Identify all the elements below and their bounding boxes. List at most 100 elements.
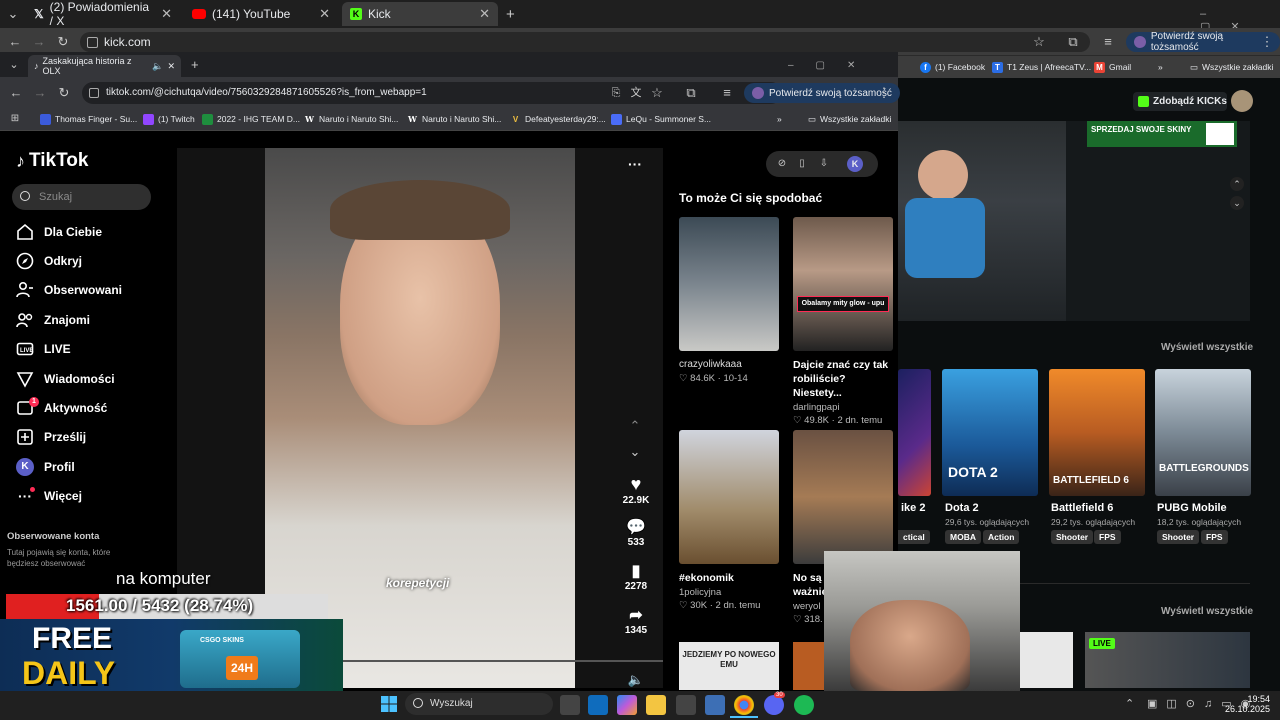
bookmark-gmail[interactable]: M Gmail — [1094, 60, 1131, 74]
nav-live[interactable]: LIVE LIVE — [16, 338, 71, 360]
inner-address-bar[interactable]: tiktok.com/@cichutqa/video/7560329284871… — [82, 82, 782, 104]
copilot-icon[interactable] — [617, 695, 637, 715]
bookmark-afreeca[interactable]: T T1 Zeus | AfreecaTV... — [992, 60, 1091, 74]
game-title[interactable]: Battlefield 6 — [1051, 502, 1113, 514]
nav-for-you[interactable]: Dla Ciebie — [16, 221, 102, 243]
close-icon[interactable]: ✕ — [319, 6, 330, 22]
bookmark-item[interactable]: LeQu - Summoner S... — [611, 112, 711, 126]
media-icon[interactable]: ≡ — [1101, 35, 1115, 49]
bookmark-facebook[interactable]: f (1) Facebook — [920, 60, 985, 74]
tray-overflow-icon[interactable]: ⌃ — [1125, 697, 1134, 710]
more-options-icon[interactable]: ··· — [628, 156, 642, 172]
tag[interactable]: Shooter — [1051, 530, 1094, 544]
back-icon[interactable]: ← — [9, 86, 23, 100]
outer-tab-kick[interactable]: K Kick ✕ — [342, 2, 498, 26]
close-icon[interactable]: ✕ — [161, 6, 172, 22]
nav-explore[interactable]: Odkryj — [16, 250, 82, 272]
back-icon[interactable]: ← — [8, 35, 22, 49]
stream-thumb[interactable] — [1020, 632, 1073, 688]
game-card-dota2[interactable]: DOTA 2 — [942, 369, 1038, 496]
task-view-icon[interactable] — [560, 695, 580, 715]
game-title[interactable]: PUBG Mobile — [1157, 502, 1227, 514]
rec-item-1[interactable]: crazyoliwkaaa ♡ 84.6K · 10-14 — [679, 359, 748, 384]
window-controls[interactable]: –▢✕ — [788, 60, 877, 71]
all-bookmarks[interactable]: ▭ Wszystkie zakładki — [1190, 60, 1273, 74]
chrome-icon[interactable] — [734, 695, 754, 715]
game-card-battlefield6[interactable]: BATTLEFIELD 6 — [1049, 369, 1145, 496]
chevron-down-icon[interactable]: ⌄ — [1230, 196, 1244, 210]
star-icon[interactable]: ☆ — [1032, 35, 1046, 49]
phone-icon[interactable]: ▯ — [795, 157, 809, 171]
game-title[interactable]: Dota 2 — [945, 502, 979, 514]
tag[interactable]: MOBA — [945, 530, 981, 544]
reload-icon[interactable]: ↻ — [57, 86, 71, 100]
chevron-down-icon[interactable]: ⌄ — [628, 445, 642, 459]
outlook-icon[interactable] — [588, 695, 608, 715]
nav-friends[interactable]: Znajomi — [16, 309, 90, 331]
media-icon[interactable]: ≡ — [720, 86, 734, 100]
forward-icon[interactable]: → — [33, 86, 47, 100]
tag[interactable]: FPS — [1201, 530, 1228, 544]
view-all-link[interactable]: Wyświetl wszystkie — [1161, 606, 1253, 617]
new-tab-icon[interactable]: + — [191, 57, 199, 72]
avatar[interactable] — [1231, 90, 1253, 112]
file-explorer-icon[interactable] — [646, 695, 666, 715]
outer-tab-x[interactable]: 𝕏 (2) Powiadomienia / X ✕ — [26, 0, 180, 28]
outer-tab-youtube[interactable]: (141) YouTube ✕ — [184, 2, 338, 26]
bookmarks-overflow-icon[interactable]: » — [777, 112, 782, 126]
store-icon[interactable] — [676, 695, 696, 715]
search-input[interactable]: Szukaj — [12, 184, 151, 210]
translate-icon[interactable]: 文 — [629, 86, 643, 100]
view-all-link[interactable]: Wyświetl wszystkie — [1161, 342, 1253, 353]
all-bookmarks[interactable]: ▭ Wszystkie zakładki — [808, 112, 891, 126]
extensions-icon[interactable]: ⧉ — [1066, 35, 1080, 49]
tab-search-icon[interactable]: ⌄ — [7, 58, 21, 72]
rec-thumb[interactable] — [793, 430, 893, 564]
menu-icon[interactable]: ⋮ — [877, 86, 891, 100]
rec-thumb[interactable] — [679, 217, 779, 351]
bookmark-item[interactable]: Thomas Finger - Su... — [40, 112, 137, 126]
close-icon[interactable]: ✕ — [479, 6, 490, 22]
rec-item-4[interactable]: No są ważnie weryol ♡ 318. — [793, 571, 825, 625]
rec-thumb[interactable]: JEDZIEMY PO NOWEGO EMU — [679, 642, 779, 690]
extensions-icon[interactable]: ⧉ — [684, 86, 698, 100]
nav-following[interactable]: Obserwowani — [16, 279, 122, 301]
comment-button[interactable]: 💬 533 — [620, 517, 652, 548]
inner-tab-tiktok[interactable]: ♪ Zaskakująca historia z OLX 🔈 ✕ — [28, 55, 181, 77]
new-tab-icon[interactable]: + — [506, 6, 515, 23]
tab-search-icon[interactable]: ⌄ — [6, 7, 20, 21]
taskbar-search-input[interactable]: Wyszukaj — [405, 693, 553, 715]
download-icon[interactable]: ⇩ — [817, 157, 831, 171]
save-button[interactable]: ▮ 2278 — [620, 561, 652, 592]
star-icon[interactable]: ☆ — [650, 86, 664, 100]
tiktok-logo[interactable]: ♪ TikTok — [16, 150, 88, 172]
speaker-icon[interactable]: 🔈 — [152, 61, 163, 72]
close-icon[interactable]: ✕ — [167, 61, 175, 72]
bookmarks-overflow-icon[interactable]: » — [1158, 60, 1163, 74]
game-title[interactable]: ike 2 — [901, 502, 925, 514]
install-icon[interactable]: ⎘ — [609, 86, 623, 100]
bookmark-item[interactable]: V Defeatyesterday29:... — [510, 112, 606, 126]
site-info-icon[interactable] — [89, 88, 99, 98]
photos-icon[interactable] — [705, 695, 725, 715]
outer-address-bar[interactable]: kick.com — [80, 32, 1090, 52]
windows-start-icon[interactable] — [380, 695, 398, 713]
nav-upload[interactable]: Prześlij — [16, 426, 86, 448]
like-button[interactable]: ♥ 22.9K — [620, 474, 652, 506]
nav-messages[interactable]: Wiadomości — [16, 368, 115, 390]
game-card-pubg-mobile[interactable]: BATTLEGROUNDS — [1155, 369, 1251, 496]
clock[interactable]: 19:54 26.10.2025 — [1225, 694, 1270, 714]
menu-icon[interactable]: ⋮ — [1260, 35, 1274, 49]
nav-profile[interactable]: K Profil — [16, 456, 75, 478]
tag[interactable]: Shooter — [1157, 530, 1200, 544]
avatar[interactable]: K — [847, 156, 863, 172]
forward-icon[interactable]: → — [32, 35, 46, 49]
apps-grid-icon[interactable]: ⊞ — [8, 112, 22, 126]
claim-kicks-button[interactable]: Zdobądź KICKs — [1133, 92, 1227, 111]
auto-scroll-icon[interactable]: ⊘ — [775, 157, 789, 171]
share-button[interactable]: ➦ 1345 — [620, 605, 652, 636]
discord-icon[interactable] — [764, 695, 784, 715]
nav-more[interactable]: ··· Więcej — [16, 485, 82, 507]
rec-item-3[interactable]: #ekonomik 1policyjna ♡ 30K · 2 dn. temu — [679, 571, 760, 611]
volume-icon[interactable]: 🔈 — [620, 672, 652, 688]
